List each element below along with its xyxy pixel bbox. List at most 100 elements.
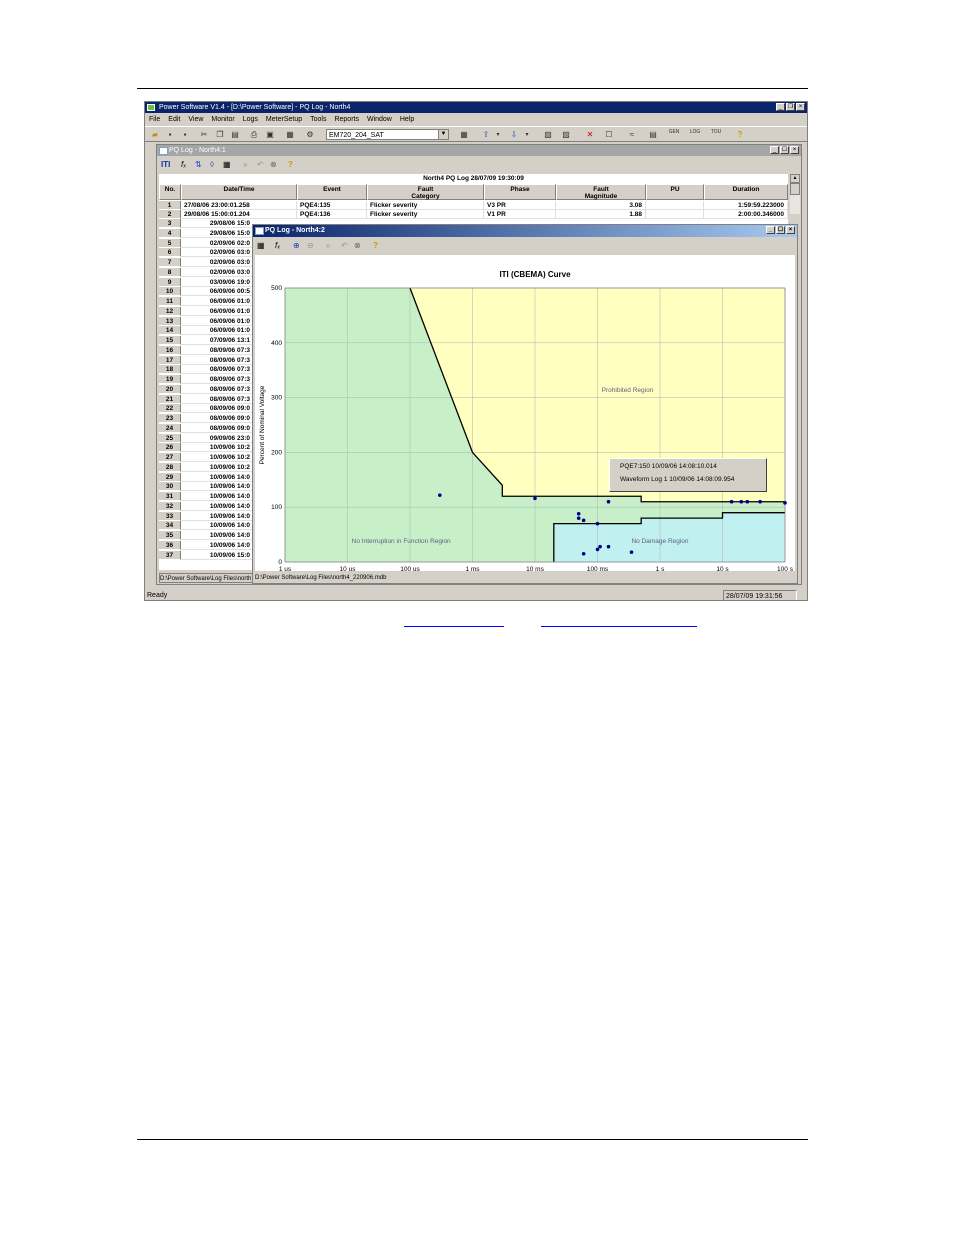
table-cell[interactable]: 08/09/06 07:3 [181, 355, 252, 365]
menu-view[interactable]: View [188, 114, 203, 125]
row-number[interactable]: 30 [159, 482, 181, 492]
table-cell[interactable]: 08/09/06 07:3 [181, 394, 252, 404]
column-header[interactable]: Fault Category [367, 184, 484, 200]
table-cell[interactable]: 10/09/06 14:0 [181, 472, 252, 482]
row-number[interactable]: 1 [159, 201, 181, 210]
table-cell[interactable]: V1 PR [484, 210, 556, 219]
row-number[interactable]: 28 [159, 462, 181, 472]
row-number[interactable]: 36 [159, 540, 181, 550]
scroll-thumb[interactable] [790, 183, 800, 195]
menu-metersetup[interactable]: MeterSetup [266, 114, 302, 125]
chevron-down-icon[interactable]: ▼ [438, 130, 448, 139]
menu-monitor[interactable]: Monitor [211, 114, 234, 125]
table-cell[interactable]: 08/09/06 07:3 [181, 375, 252, 384]
forward-icon[interactable]: » [326, 241, 330, 251]
table-cell[interactable]: 08/09/06 07:3 [181, 365, 252, 375]
row-number[interactable]: 34 [159, 521, 181, 531]
open-folder-icon[interactable]: ▰ [150, 130, 160, 140]
table-cell[interactable]: 06/09/06 01:0 [181, 297, 252, 306]
table-cell[interactable]: 27/08/06 23:00:01.258 [181, 201, 297, 210]
function-icon[interactable]: fₓ [181, 160, 186, 170]
table-cell[interactable]: 1:59:59.223000 [704, 201, 788, 210]
row-number[interactable]: 29 [159, 472, 181, 482]
dropdown-icon[interactable]: ▾ [522, 130, 532, 140]
table-cell[interactable]: 07/09/06 13:1 [181, 336, 252, 345]
row-number[interactable]: 20 [159, 384, 181, 394]
row-number[interactable]: 33 [159, 511, 181, 521]
properties-icon[interactable]: ▦ [223, 160, 231, 170]
row-number[interactable]: 19 [159, 375, 181, 384]
calc-icon[interactable]: ▤ [648, 130, 658, 140]
row-number[interactable]: 14 [159, 326, 181, 336]
table-cell[interactable] [646, 201, 704, 210]
table-cell[interactable]: 10/09/06 14:0 [181, 521, 252, 531]
undo-icon[interactable]: ↶ [257, 160, 264, 170]
row-number[interactable]: 3 [159, 219, 181, 228]
stop-icon[interactable]: ✕ [585, 130, 595, 140]
table-cell[interactable]: 08/09/06 09:0 [181, 404, 252, 414]
table-cell[interactable]: 06/09/06 01:0 [181, 306, 252, 316]
menu-logs[interactable]: Logs [243, 114, 258, 125]
row-number[interactable]: 23 [159, 414, 181, 423]
table-cell[interactable]: 06/09/06 00:5 [181, 287, 252, 297]
copy-icon[interactable]: ❐ [215, 130, 225, 140]
menu-edit[interactable]: Edit [168, 114, 180, 125]
cut-icon[interactable]: ✂ [199, 130, 209, 140]
point-popup-menu[interactable]: PQE7:150 10/09/06 14:08:10.014 Waveform … [609, 458, 767, 492]
table-cell[interactable]: 02/09/06 02:0 [181, 238, 252, 248]
waveform-icon[interactable]: ≈ [627, 130, 637, 140]
table-cell[interactable]: PQE4:135 [297, 201, 367, 210]
row-number[interactable]: 17 [159, 355, 181, 365]
table-cell[interactable]: 06/09/06 01:0 [181, 316, 252, 326]
row-number[interactable]: 9 [159, 277, 181, 287]
table-cell[interactable]: 10/09/06 14:0 [181, 531, 252, 540]
menu-window[interactable]: Window [367, 114, 392, 125]
table-view-icon[interactable]: ▦ [257, 241, 265, 251]
caption-link-2[interactable] [541, 626, 697, 627]
table-cell[interactable]: 08/09/06 09:0 [181, 414, 252, 423]
scroll-up-icon[interactable]: ▲ [790, 174, 800, 183]
row-number[interactable]: 24 [159, 423, 181, 433]
minimize-icon[interactable]: _ [776, 103, 785, 111]
row-number[interactable]: 25 [159, 433, 181, 443]
cancel-icon[interactable]: ⊗ [354, 241, 361, 251]
menu-help[interactable]: Help [400, 114, 414, 125]
close-icon[interactable]: × [786, 226, 795, 234]
zoom-in-icon[interactable]: ⊕ [293, 241, 300, 251]
table-cell[interactable]: 10/09/06 10:2 [181, 462, 252, 472]
properties-icon[interactable]: ▦ [285, 130, 295, 140]
menu-reports[interactable]: Reports [334, 114, 359, 125]
table-cell[interactable]: 08/09/06 09:0 [181, 423, 252, 433]
iti-chart[interactable]: Prohibited Region No Interruption in Func… [255, 255, 795, 571]
table-cell[interactable]: 02/09/06 03:0 [181, 267, 252, 277]
forward-icon[interactable]: » [243, 160, 247, 170]
table-cell[interactable]: PQE4:136 [297, 210, 367, 219]
gen-button[interactable]: GEN [667, 130, 681, 140]
row-number[interactable]: 2 [159, 210, 181, 219]
column-header[interactable]: No. [159, 184, 181, 200]
maximize-icon[interactable]: ☐ [776, 226, 785, 234]
dropdown-icon[interactable]: ▾ [493, 130, 503, 140]
close-icon[interactable]: × [790, 146, 799, 154]
iti-button[interactable]: ITI [161, 160, 170, 170]
close-icon[interactable]: × [796, 103, 805, 111]
row-number[interactable]: 21 [159, 394, 181, 404]
save-icon[interactable]: ▪ [165, 130, 175, 140]
sort-icon[interactable]: ⇅ [195, 160, 202, 170]
table-cell[interactable] [646, 210, 704, 219]
row-number[interactable]: 35 [159, 531, 181, 540]
table-icon[interactable]: ▦ [459, 130, 469, 140]
preview-icon[interactable]: ▣ [265, 130, 275, 140]
table-cell[interactable]: 1.88 [556, 210, 646, 219]
minimize-icon[interactable]: _ [770, 146, 779, 154]
table-cell[interactable]: 10/09/06 14:0 [181, 511, 252, 521]
table-cell[interactable]: 10/09/06 15:0 [181, 550, 252, 560]
function-icon[interactable]: fₓ [275, 241, 280, 251]
row-number[interactable]: 16 [159, 345, 181, 355]
table-cell[interactable]: 03/09/06 19:0 [181, 277, 252, 287]
print-icon[interactable]: ⎙ [249, 130, 259, 140]
minimize-icon[interactable]: _ [766, 226, 775, 234]
menu-file[interactable]: File [149, 114, 160, 125]
table-cell[interactable]: V3 PR [484, 201, 556, 210]
table-cell[interactable]: 08/09/06 07:3 [181, 384, 252, 394]
